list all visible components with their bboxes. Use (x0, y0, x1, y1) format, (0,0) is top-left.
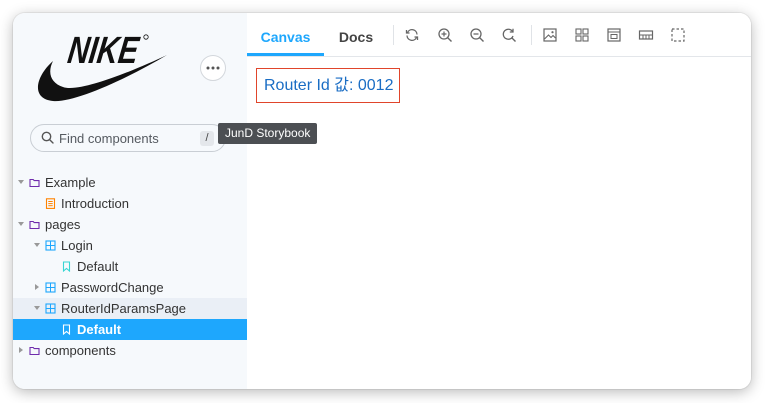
tree-item-components[interactable]: components (13, 340, 247, 361)
tree-item-label: Default (77, 322, 122, 337)
search-input[interactable] (59, 129, 189, 147)
sidebar-menu-button[interactable] (200, 55, 226, 81)
search-shortcut-badge: / (200, 131, 214, 146)
search-box[interactable]: / (30, 124, 226, 152)
collapse-arrow-icon (18, 180, 24, 184)
collapse-arrow-icon (18, 222, 24, 226)
toolbar: Canvas Docs (247, 13, 751, 57)
toolbar-divider (531, 25, 532, 45)
tree-item-example[interactable]: Example (13, 172, 247, 193)
collapse-arrow-icon (34, 306, 40, 310)
expand-arrow-icon (35, 284, 39, 290)
tree-item-router-default-selected[interactable]: Default (13, 319, 247, 340)
tab-docs[interactable]: Docs (331, 13, 381, 56)
tooltip: JunD Storybook (218, 123, 318, 144)
component-icon (45, 303, 56, 314)
measure-icon[interactable] (638, 27, 654, 43)
svg-text:NIKE: NIKE (65, 31, 142, 72)
component-icon (45, 282, 56, 293)
folder-icon (29, 346, 40, 356)
background-icon[interactable] (542, 27, 558, 43)
tree-item-login[interactable]: Login (13, 235, 247, 256)
sidebar: NIKE / Example (13, 13, 248, 389)
reload-icon[interactable] (404, 27, 420, 43)
tree-item-label: Example (45, 175, 96, 190)
tree-item-password-change[interactable]: PasswordChange (13, 277, 247, 298)
toolbar-divider (393, 25, 394, 45)
grid-icon[interactable] (574, 27, 590, 43)
tree-item-label: Default (77, 259, 119, 274)
component-icon (45, 240, 56, 251)
main-panel: Canvas Docs Router Id 값: 0012 (247, 13, 751, 389)
bookmark-icon (62, 261, 71, 272)
nike-logo: NIKE (37, 29, 168, 102)
folder-icon (29, 220, 40, 230)
folder-icon (29, 178, 40, 188)
zoom-in-icon[interactable] (437, 27, 453, 43)
bookmark-icon (62, 324, 71, 335)
search-icon (41, 131, 54, 144)
tree-item-label: pages (45, 217, 81, 232)
brand-logo[interactable]: NIKE (33, 29, 173, 107)
tree-item-label: RouterIdParamsPage (61, 301, 187, 316)
router-id-text: Router Id 값: 0012 (256, 68, 400, 103)
expand-arrow-icon (19, 347, 23, 353)
outline-icon[interactable] (670, 27, 686, 43)
document-icon (45, 198, 56, 209)
tree-item-router-id-params-page[interactable]: RouterIdParamsPage (13, 298, 247, 319)
story-tree: Example Introduction pages Login Default… (13, 172, 247, 361)
zoom-out-icon[interactable] (469, 27, 485, 43)
tree-item-label: components (45, 343, 116, 358)
viewport-icon[interactable] (606, 27, 622, 43)
storybook-window: NIKE / Example (13, 13, 751, 389)
more-icon (206, 66, 220, 70)
zoom-reset-icon[interactable] (501, 27, 517, 43)
tree-item-label: Introduction (61, 196, 129, 211)
tree-item-pages[interactable]: pages (13, 214, 247, 235)
tree-item-login-default[interactable]: Default (13, 256, 247, 277)
tree-item-label: PasswordChange (61, 280, 164, 295)
tab-canvas[interactable]: Canvas (247, 13, 324, 56)
collapse-arrow-icon (34, 243, 40, 247)
tree-item-label: Login (61, 238, 93, 253)
tree-item-introduction[interactable]: Introduction (13, 193, 247, 214)
